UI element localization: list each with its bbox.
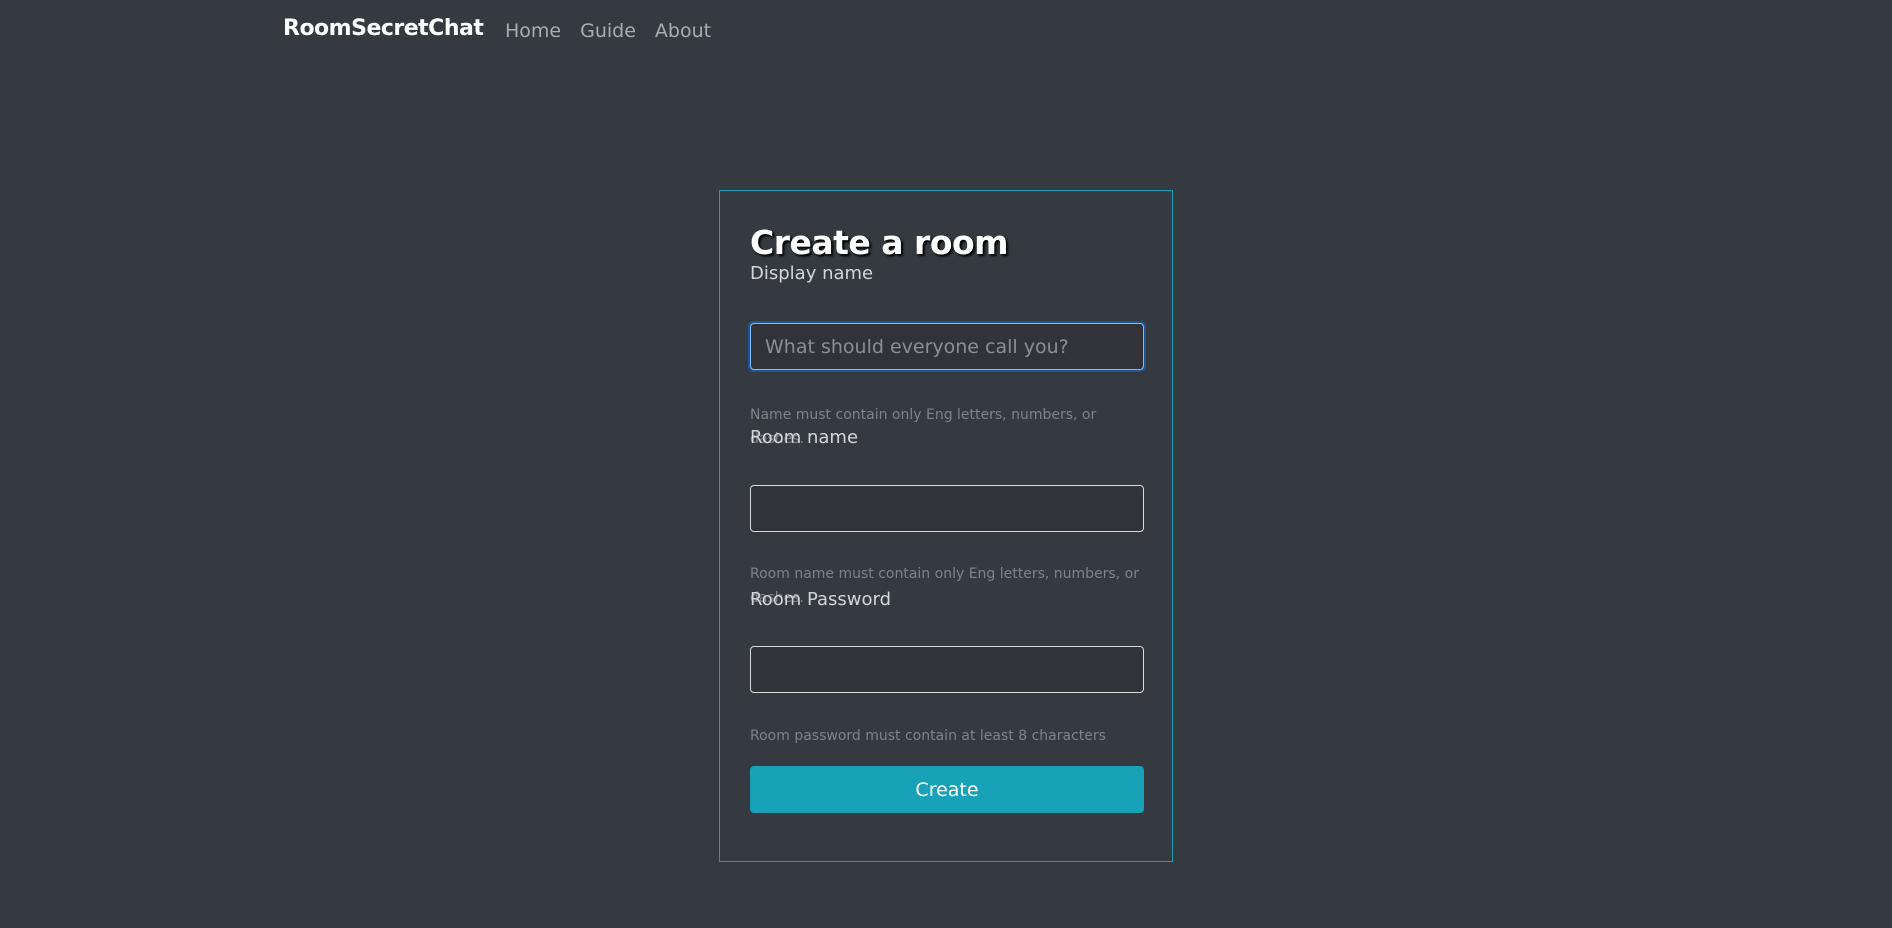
display-name-input[interactable] — [750, 323, 1144, 370]
room-password-help: Room password must contain at least 8 ch… — [750, 728, 1106, 744]
room-name-label: Room name — [750, 427, 859, 448]
room-password-label: Room Password — [750, 589, 892, 610]
nav-link-home[interactable]: Home — [505, 20, 561, 42]
create-button[interactable]: Create — [750, 766, 1144, 813]
card-title: Create a room — [750, 223, 1009, 262]
nav-link-guide[interactable]: Guide — [580, 20, 636, 42]
nav-link-about[interactable]: About — [655, 20, 711, 42]
create-room-card: Create a room Display name Name must con… — [719, 190, 1173, 862]
room-password-input[interactable] — [750, 646, 1144, 693]
room-name-input[interactable] — [750, 485, 1144, 532]
display-name-label: Display name — [750, 263, 874, 284]
navbar: RoomSecretChat Home Guide About — [0, 0, 1892, 66]
nav-links: Home Guide About — [505, 20, 711, 42]
brand-logo[interactable]: RoomSecretChat — [283, 16, 484, 41]
